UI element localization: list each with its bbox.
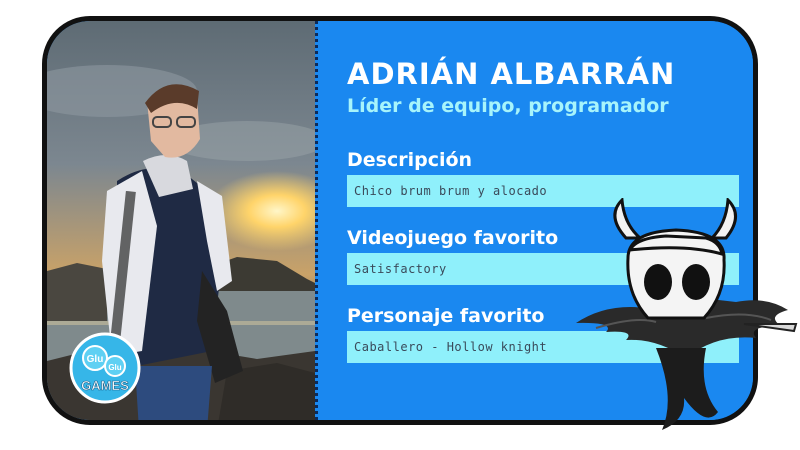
favorite-game-label: Videojuego favorito: [347, 227, 559, 249]
glu-glu-games-logo-icon: Glu Glu GAMES: [69, 332, 141, 404]
favorite-character-label: Personaje favorito: [347, 305, 545, 327]
profile-role: Líder de equipo, programador: [347, 95, 669, 117]
logo-text-3: GAMES: [81, 378, 129, 393]
profile-name: ADRIÁN ALBARRÁN: [347, 57, 676, 91]
logo-text-2: Glu: [108, 363, 121, 372]
panel-divider: [315, 21, 318, 420]
hollow-knight-character-icon: [576, 198, 798, 430]
description-label: Descripción: [347, 149, 473, 171]
logo-text-1: Glu: [87, 354, 104, 365]
